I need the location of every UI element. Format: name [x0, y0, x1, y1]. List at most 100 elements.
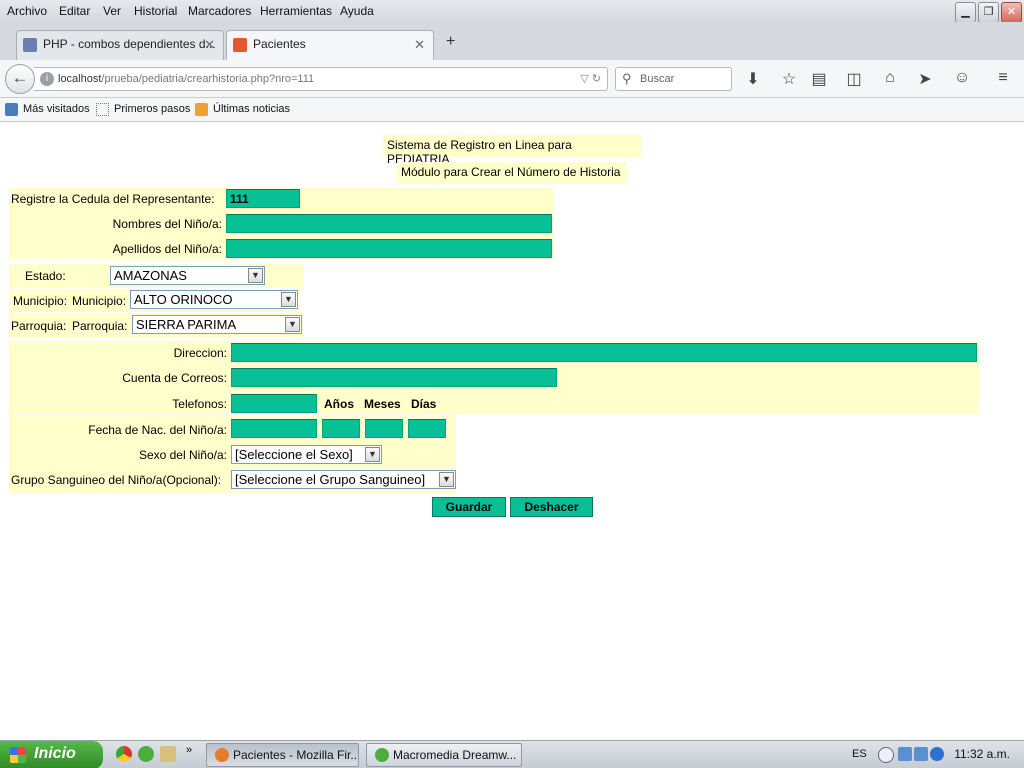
nombres-label: Nombres del Niño/a: [112, 217, 222, 231]
apellidos-input[interactable] [226, 239, 552, 258]
search-icon: ⚲ [622, 71, 632, 86]
menu-editar[interactable]: Editar [59, 4, 90, 18]
dreamweaver-icon[interactable] [138, 746, 154, 762]
chevron-down-icon: ▼ [439, 472, 454, 487]
reload-icon[interactable]: ▽ ↻ [580, 72, 601, 85]
reading-list-icon[interactable]: ▤ [809, 69, 829, 89]
menu-ver[interactable]: Ver [103, 4, 121, 18]
url-bar[interactable]: i localhost/prueba/pediatria/crearhistor… [34, 67, 608, 91]
task-dreamweaver[interactable]: Macromedia Dreamw... [366, 743, 522, 767]
grupo-label: Grupo Sanguineo del Niño/a(Opcional): [11, 473, 222, 487]
tab-label: PHP - combos dependientes d... [43, 37, 216, 51]
new-tab-icon[interactable]: + [446, 33, 455, 51]
network-icon[interactable] [898, 747, 912, 761]
info-icon[interactable] [930, 747, 944, 761]
fecha-label: Fecha de Nac. del Niño/a: [88, 423, 227, 437]
bookmark-primeros-pasos[interactable]: Primeros pasos [96, 103, 190, 116]
folder-icon[interactable] [160, 746, 176, 762]
tab-close-icon[interactable]: ✕ [204, 37, 215, 53]
tab-php-combos[interactable]: PHP - combos dependientes d... ✕ [16, 30, 224, 60]
fecha-input[interactable] [231, 419, 317, 438]
cedula-label: Registre la Cedula del Representante: [11, 192, 215, 206]
more-chevron-icon[interactable]: » [186, 744, 196, 760]
menu-ayuda[interactable]: Ayuda [340, 4, 374, 18]
deshacer-button[interactable]: Deshacer [510, 497, 593, 517]
chevron-down-icon: ▼ [281, 292, 296, 307]
minimize-button[interactable]: ▁ [955, 2, 976, 23]
menu-historial[interactable]: Historial [134, 4, 177, 18]
language-indicator[interactable]: ES [852, 748, 867, 760]
task-firefox[interactable]: Pacientes - Mozilla Fir... [206, 743, 359, 767]
bookmarks-bar: Más visitados Primeros pasos Últimas not… [0, 98, 1024, 122]
estado-select[interactable]: AMAZONAS ▼ [110, 266, 265, 285]
page-icon [233, 38, 247, 52]
restore-button[interactable]: ❐ [978, 2, 999, 23]
menu-bar: Archivo Editar Ver Historial Marcadores … [0, 0, 1024, 23]
cedula-input[interactable]: 111 [226, 189, 300, 208]
firefox-icon [215, 748, 229, 762]
sexo-label: Sexo del Niño/a: [138, 448, 227, 462]
chrome-icon[interactable] [116, 746, 132, 762]
direccion-input[interactable] [231, 343, 977, 362]
download-icon[interactable]: ⬇ [743, 69, 763, 89]
menu-icon[interactable]: ≡ [993, 69, 1013, 87]
correo-label: Cuenta de Correos: [122, 371, 227, 385]
nombres-input[interactable] [226, 214, 552, 233]
dias-input[interactable] [408, 419, 446, 438]
url-text: localhost/prueba/pediatria/crearhistoria… [58, 73, 315, 85]
page-subtitle: Módulo para Crear el Número de Historia [397, 162, 627, 184]
dias-header: Días [411, 397, 437, 411]
tab-strip: PHP - combos dependientes d... ✕ Pacient… [0, 22, 1024, 60]
info-icon[interactable]: i [40, 72, 54, 86]
tab-close-icon[interactable]: ✕ [414, 37, 425, 53]
start-button[interactable]: Inicio [0, 741, 103, 768]
chevron-down-icon: ▼ [365, 447, 380, 462]
chevron-down-icon: ▼ [248, 268, 263, 283]
apellidos-label: Apellidos del Niño/a: [112, 242, 222, 256]
parroquia-label-inner: Parroquia: [72, 319, 128, 333]
menu-marcadores[interactable]: Marcadores [188, 4, 251, 18]
sexo-select[interactable]: [Seleccione el Sexo] ▼ [231, 445, 382, 464]
windows-flag-icon [10, 747, 26, 763]
bookmark-icon [96, 103, 109, 116]
menu-herramientas[interactable]: Herramientas [260, 4, 332, 18]
telefonos-label: Telefonos: [172, 397, 227, 411]
rss-icon [195, 103, 208, 116]
dreamweaver-icon [375, 748, 389, 762]
tab-pacientes[interactable]: Pacientes ✕ [226, 30, 434, 60]
direccion-label: Direccion: [173, 346, 227, 360]
send-icon[interactable]: ➤ [915, 69, 935, 89]
home-icon[interactable]: ⌂ [880, 69, 900, 87]
anios-input[interactable] [322, 419, 360, 438]
correo-input[interactable] [231, 368, 557, 387]
telefonos-input[interactable] [231, 394, 317, 413]
back-button[interactable]: ← [5, 64, 35, 94]
tray-expand-icon[interactable] [878, 747, 894, 763]
estado-label: Estado: [25, 269, 66, 283]
taskbar: Inicio » Pacientes - Mozilla Fir... Macr… [0, 740, 1024, 768]
network-icon[interactable] [914, 747, 928, 761]
meses-header: Meses [364, 397, 401, 411]
meses-input[interactable] [365, 419, 403, 438]
bookmark-mas-visitados[interactable]: Más visitados [5, 103, 90, 116]
pocket-icon[interactable]: ◫ [844, 69, 864, 89]
anios-header: Años [324, 397, 354, 411]
search-placeholder: Buscar [640, 73, 675, 85]
parroquia-select[interactable]: SIERRA PARIMA ▼ [132, 315, 302, 334]
bookmark-star-icon[interactable]: ☆ [779, 69, 799, 89]
bookmark-ultimas-noticias[interactable]: Últimas noticias [195, 103, 290, 116]
close-button[interactable]: ✕ [1001, 2, 1022, 23]
menu-archivo[interactable]: Archivo [7, 4, 47, 18]
chat-icon[interactable]: ☺ [952, 69, 972, 87]
page-title: Sistema de Registro en Linea para PEDIAT… [383, 135, 641, 166]
municipio-label-inner: Municipio: [72, 294, 127, 308]
page-content: Sistema de Registro en Linea para PEDIAT… [0, 123, 1024, 740]
guardar-button[interactable]: Guardar [432, 497, 506, 517]
clock[interactable]: 11:32 a.m. [954, 747, 1010, 761]
grupo-select[interactable]: [Seleccione el Grupo Sanguineo] ▼ [231, 470, 456, 489]
nav-bar: i localhost/prueba/pediatria/crearhistor… [0, 60, 1024, 98]
search-input[interactable]: ⚲ Buscar [615, 67, 732, 91]
municipio-select[interactable]: ALTO ORINOCO ▼ [130, 290, 298, 309]
parroquia-label: Parroquia: [11, 319, 67, 333]
system-tray: ES 11:32 a.m. [844, 741, 1024, 768]
